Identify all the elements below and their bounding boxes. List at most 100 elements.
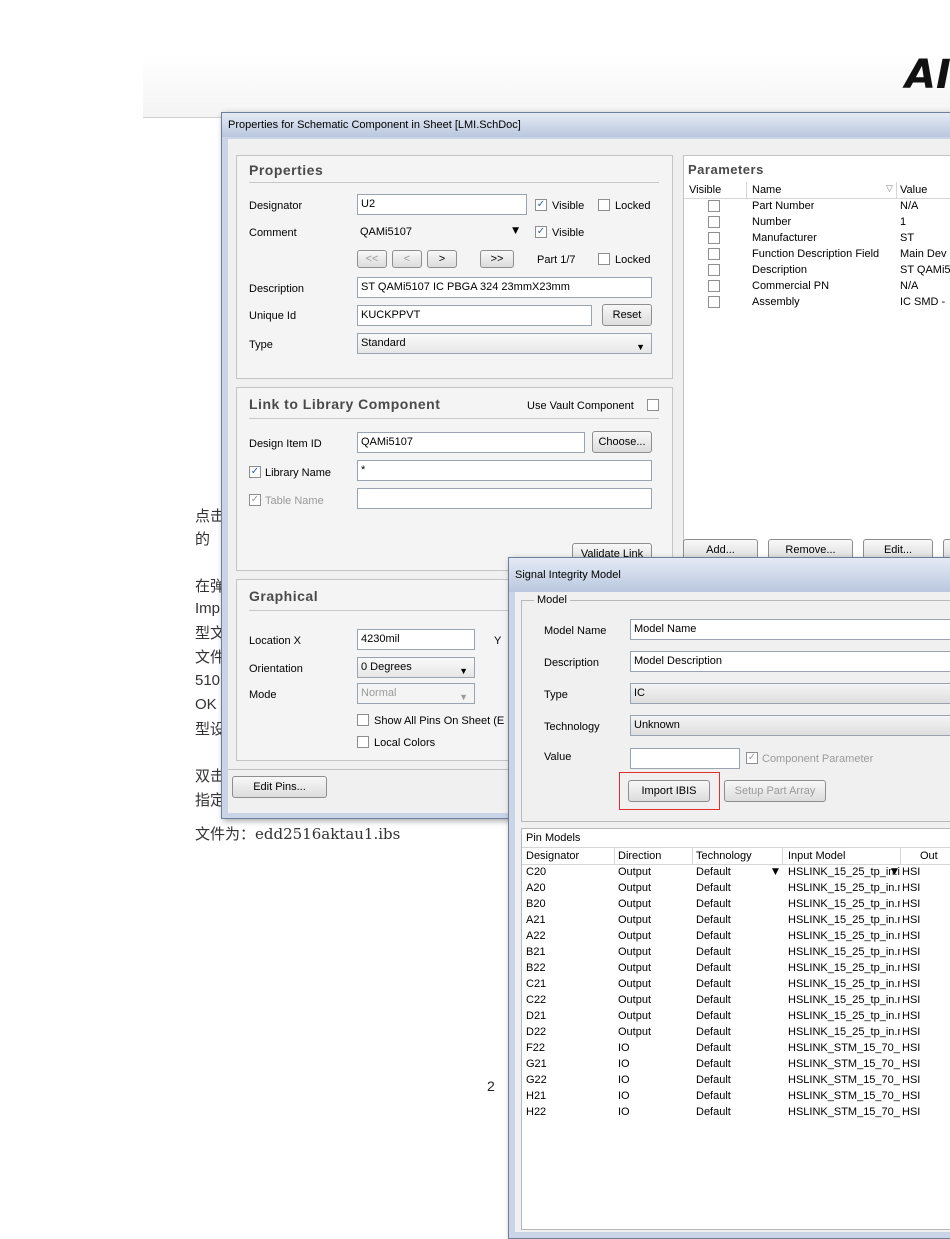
table-row[interactable]: C22 Output Default HSLINK_15_25_tp_in.macHS…	[522, 992, 950, 1008]
col-visible[interactable]: Visible	[689, 184, 721, 196]
table-name-checkbox[interactable]: ✓	[249, 494, 261, 506]
table-row[interactable]: A22 Output Default HSLINK_15_25_tp_in.macHS…	[522, 928, 950, 944]
table-row[interactable]: G22 IO Default HSLINK_STM_15_70_tp_HSI	[522, 1072, 950, 1088]
table-row[interactable]: Number 1	[684, 214, 950, 230]
table-row[interactable]: Part Number N/A	[684, 198, 950, 214]
row-visible-checkbox[interactable]	[708, 232, 720, 244]
chevron-down-icon[interactable]: ▼	[772, 867, 779, 877]
location-x-field[interactable]: 4230mil	[357, 629, 475, 650]
table-name-field[interactable]	[357, 488, 652, 509]
comment-visible-checkbox[interactable]: ✓	[535, 226, 547, 238]
pin-designator: C22	[526, 994, 547, 1006]
orientation-dropdown[interactable]: 0 Degrees ▼	[357, 657, 475, 678]
col-input-model[interactable]: Input Model	[788, 850, 845, 862]
table-row[interactable]: A20 Output Default HSLINK_15_25_tp_in.macHS…	[522, 880, 950, 896]
setup-part-array-button[interactable]: Setup Part Array	[724, 780, 826, 802]
table-row[interactable]: Manufacturer ST	[684, 230, 950, 246]
col-value[interactable]: Value	[900, 184, 927, 196]
row-visible-checkbox[interactable]	[708, 264, 720, 276]
component-parameter-checkbox[interactable]: ✓	[746, 752, 758, 764]
chevron-down-icon[interactable]: ▼	[891, 867, 898, 877]
description-field[interactable]: Model Description	[630, 651, 950, 672]
table-row[interactable]: Commercial PN N/A	[684, 278, 950, 294]
pin-direction: Output	[618, 994, 652, 1006]
next-part-button[interactable]: >	[427, 250, 457, 268]
si-window-titlebar[interactable]: Signal Integrity Model	[509, 558, 950, 592]
first-part-button[interactable]: <<	[357, 250, 387, 268]
pin-models-header-row: Designator Direction Technology Input Mo…	[522, 847, 950, 865]
table-row[interactable]: A21 Output Default HSLINK_15_25_tp_in.macHS…	[522, 912, 950, 928]
table-row[interactable]: Assembly IC SMD -	[684, 294, 950, 310]
component-parameter-label: Component Parameter	[762, 753, 874, 765]
table-row[interactable]: C20 Output Default HSLINK_15_25_tp_in.i HSI ▼…	[522, 864, 950, 880]
technology-dropdown[interactable]: Unknown	[630, 715, 950, 736]
library-name-checkbox[interactable]: ✓	[249, 466, 261, 478]
unique-id-field[interactable]: KUCKPPVT	[357, 305, 592, 326]
pin-input-model: HSLINK_15_25_tp_in.mac	[788, 994, 900, 1006]
row-visible-checkbox[interactable]	[708, 200, 720, 212]
last-part-button[interactable]: >>	[480, 250, 514, 268]
table-row[interactable]: D21 Output Default HSLINK_15_25_tp_in.macHS…	[522, 1008, 950, 1024]
description-field[interactable]: ST QAMi5107 IC PBGA 324 23mmX23mm	[357, 277, 652, 298]
value-field[interactable]	[630, 748, 740, 769]
properties-window-titlebar[interactable]: Properties for Schematic Component in Sh…	[222, 113, 950, 137]
import-ibis-button[interactable]: Import IBIS	[628, 780, 710, 802]
row-visible-checkbox[interactable]	[708, 280, 720, 292]
pin-designator: C20	[526, 866, 547, 878]
table-row[interactable]: F22 IO Default HSLINK_STM_15_70_tp_HSI	[522, 1040, 950, 1056]
table-row[interactable]: Description ST QAMi5	[684, 262, 950, 278]
designator-visible-checkbox[interactable]: ✓	[535, 199, 547, 211]
mode-dropdown[interactable]: Normal ▼	[357, 683, 475, 704]
graphical-heading: Graphical	[249, 588, 319, 604]
table-row[interactable]: C21 Output Default HSLINK_15_25_tp_in.macHS…	[522, 976, 950, 992]
divider	[896, 182, 897, 198]
table-row[interactable]: Function Description Field Main Dev	[684, 246, 950, 262]
pin-designator: D22	[526, 1026, 547, 1038]
use-vault-label: Use Vault Component	[527, 400, 634, 412]
use-vault-checkbox[interactable]	[647, 399, 659, 411]
edit-pins-button[interactable]: Edit Pins...	[232, 776, 327, 798]
col-name[interactable]: Name	[752, 184, 781, 196]
col-output-model[interactable]: Out	[920, 850, 938, 862]
pin-direction: IO	[618, 1058, 630, 1070]
col-direction[interactable]: Direction	[618, 850, 661, 862]
table-row[interactable]: B21 Output Default HSLINK_15_25_tp_in.macHS…	[522, 944, 950, 960]
col-technology[interactable]: Technology	[696, 850, 752, 862]
table-row[interactable]: G21 IO Default HSLINK_STM_15_70_tp_HSI	[522, 1056, 950, 1072]
model-name-field[interactable]: Model Name	[630, 619, 950, 640]
row-visible-checkbox[interactable]	[708, 248, 720, 260]
doc-line: 的	[195, 530, 211, 548]
table-row[interactable]: H22 IO Default HSLINK_STM_15_70_tp_HSI	[522, 1104, 950, 1120]
design-item-field[interactable]: QAMi5107	[357, 432, 585, 453]
reset-button[interactable]: Reset	[602, 304, 652, 326]
table-row[interactable]: H21 IO Default HSLINK_STM_15_70_tp_HSI	[522, 1088, 950, 1104]
filter-icon[interactable]: ▽	[886, 183, 893, 194]
table-row[interactable]: B20 Output Default HSLINK_15_25_tp_in.macHS…	[522, 896, 950, 912]
pin-input-model: HSLINK_STM_15_70_tp_	[788, 1042, 900, 1054]
part-locked-checkbox[interactable]	[598, 253, 610, 265]
table-row[interactable]: B22 Output Default HSLINK_15_25_tp_in.macHS…	[522, 960, 950, 976]
designator-field[interactable]: U2	[357, 194, 527, 215]
row-visible-checkbox[interactable]	[708, 296, 720, 308]
comment-value: QAMi5107	[360, 226, 412, 238]
pin-technology: Default	[696, 978, 731, 990]
locked-label: Locked	[615, 200, 651, 212]
comment-dropdown[interactable]: QAMi5107 ▼	[357, 222, 527, 242]
designator-locked-checkbox[interactable]	[598, 199, 610, 211]
library-name-field[interactable]: *	[357, 460, 652, 481]
col-designator[interactable]: Designator	[526, 850, 579, 862]
part-indicator: Part 1/7	[537, 254, 576, 266]
show-all-pins-checkbox[interactable]	[357, 714, 369, 726]
pin-technology: Default	[696, 1074, 731, 1086]
type-dropdown[interactable]: IC	[630, 683, 950, 704]
table-row[interactable]: D22 Output Default HSLINK_15_25_tp_in.macHS…	[522, 1024, 950, 1040]
type-dropdown[interactable]: Standard ▼	[357, 333, 652, 354]
local-colors-checkbox[interactable]	[357, 736, 369, 748]
param-value: ST	[900, 232, 915, 244]
prev-part-button[interactable]: <	[392, 250, 422, 268]
choose-button[interactable]: Choose...	[592, 431, 652, 453]
pin-technology: Default	[696, 914, 731, 926]
param-value: Main Dev	[900, 248, 947, 260]
mode-label: Mode	[249, 689, 277, 701]
row-visible-checkbox[interactable]	[708, 216, 720, 228]
